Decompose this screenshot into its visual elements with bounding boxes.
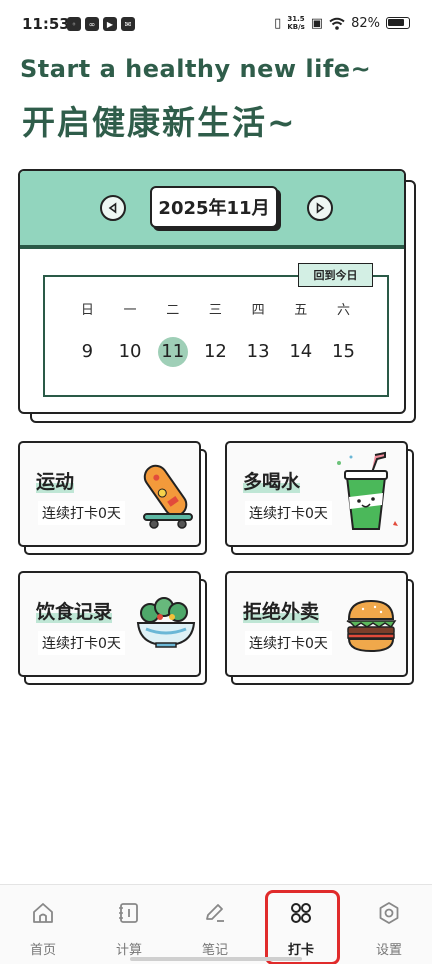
back-to-today-button[interactable]: 回到今日 [298,263,373,287]
date-row: 9 10 11 12 13 14 15 [66,337,366,367]
notification-icons: ◦ ∞ ▶ ✉ [67,17,135,31]
week-box [43,275,389,397]
date-cell[interactable]: 15 [322,337,365,367]
habit-streak: 连续打卡0天 [245,631,332,655]
title-english: Start a healthy new life~ [20,55,372,83]
battery-icon [386,17,410,29]
habit-title: 饮食记录 [36,601,113,623]
habit-title: 运动 [36,471,75,493]
sim-icon: ▣ [310,15,324,31]
nav-item-home[interactable]: 首页 [0,885,86,964]
salad-bowl-icon [136,597,196,648]
drink-cup-icon [337,451,398,530]
nav-item-calculate[interactable]: 计算 [86,885,172,964]
app-notification-icon: ◦ [67,17,81,31]
system-icons: ▯ 31.5 KB/s ▣ 82% [274,15,410,31]
nav-item-notes[interactable]: 笔记 [172,885,258,964]
weekday-label: 五 [294,303,308,318]
battery-percent: 82% [351,15,380,31]
date-number: 14 [289,341,313,362]
habit-card-water[interactable]: 多喝水 连续打卡0天 [225,441,408,547]
date-number: 9 [81,341,94,362]
home-icon [33,903,53,923]
weekday-label: 四 [251,303,265,318]
date-cell[interactable]: 14 [279,337,322,367]
habit-streak: 连续打卡0天 [38,631,125,655]
date-number: 12 [203,341,227,362]
nav-label: 笔记 [201,943,228,958]
weekday-label: 日 [80,303,94,318]
bottom-nav: 首页 计算 笔记 打卡 设置 [0,884,432,964]
pen-icon [206,904,224,922]
date-number: 10 [118,341,142,362]
next-month-button[interactable] [307,195,333,221]
date-cell[interactable]: 12 [194,337,237,367]
weekday-label: 六 [336,303,350,318]
habit-streak: 连续打卡0天 [245,501,332,525]
habit-card-no-takeout[interactable]: 拒绝外卖 连续打卡0天 [225,571,408,677]
date-number: 11 [157,337,188,367]
triangle-right-icon [316,202,325,214]
net-speed: 31.5 KB/s [287,15,305,31]
app-notification-icon: ∞ [85,17,99,31]
habit-card-diet[interactable]: 饮食记录 连续打卡0天 [18,571,201,677]
wifi-icon [329,17,345,30]
date-number: 13 [246,341,270,362]
date-cell-selected[interactable]: 11 [151,337,194,367]
play-notification-icon: ▶ [103,17,117,31]
nav-label: 首页 [29,943,56,958]
message-notification-icon: ✉ [121,17,135,31]
date-cell[interactable]: 13 [237,337,280,367]
date-cell[interactable]: 10 [109,337,152,367]
home-indicator [130,957,302,961]
month-label[interactable]: 2025年11月 [150,186,278,228]
settings-icon [379,902,399,924]
nav-label: 设置 [375,943,402,958]
habit-title: 拒绝外卖 [243,601,320,623]
title-chinese: 开启健康新生活~ [22,103,297,142]
status-bar: 11:53 ◦ ∞ ▶ ✉ ▯ 31.5 KB/s ▣ 82% [0,0,432,52]
weekday-label: 三 [208,303,222,318]
habit-title: 多喝水 [243,471,301,493]
nav-label: 计算 [115,943,142,958]
burger-icon [346,599,397,653]
calendar-card: 2025年11月 回到今日 日 一 二 三 四 五 六 9 10 11 12 13 14 15 [18,169,406,414]
active-tab-highlight [265,890,340,964]
weekday-row: 日一二三四五六 [66,299,366,318]
date-cell[interactable]: 9 [66,337,109,367]
weekday-label: 二 [166,303,180,318]
vibrate-icon: ▯ [274,15,282,31]
status-time: 11:53 [22,15,70,33]
habit-card-exercise[interactable]: 运动 连续打卡0天 [18,441,201,547]
nav-item-settings[interactable]: 设置 [346,885,432,964]
triangle-left-icon [108,202,117,214]
prev-month-button[interactable] [100,195,126,221]
calendar-header: 2025年11月 [20,171,404,249]
skateboard-icon [143,464,193,529]
date-number: 15 [332,341,355,362]
calculator-icon [119,903,138,923]
weekday-label: 一 [123,303,137,318]
habit-streak: 连续打卡0天 [38,501,125,525]
